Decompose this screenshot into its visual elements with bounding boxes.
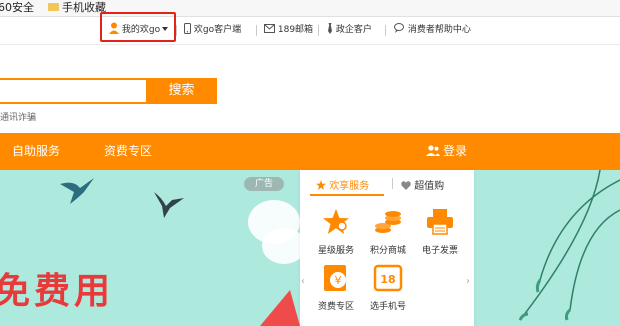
login-label: 登录: [443, 144, 468, 158]
tab-enjoy-service-label: 欢享服务: [329, 181, 370, 192]
willow-decoration: [518, 170, 620, 321]
service-label: 积分商城: [369, 246, 406, 256]
bookmarks-bar: 60安全 手机收藏: [0, 0, 620, 17]
chevron-left-icon[interactable]: ‹: [301, 276, 305, 287]
service-grid: ‹ › 星级服务 积分商城 电子发票 ¥ 资费专区 18 选手机号: [300, 198, 474, 326]
tie-icon: [328, 23, 332, 34]
users-icon: [426, 145, 440, 156]
service-label: 资费专区: [317, 302, 354, 312]
ad-label: 广告: [244, 177, 284, 191]
red-decoration: [260, 290, 300, 326]
service-e-invoice[interactable]: 电子发票: [412, 208, 468, 256]
service-choose-number[interactable]: 18 选手机号: [360, 264, 416, 312]
chevron-right-icon[interactable]: ›: [466, 276, 470, 287]
printer-icon: [427, 209, 453, 235]
login-button[interactable]: 登录: [426, 133, 467, 170]
service-tariff-zone[interactable]: ¥ 资费专区: [308, 264, 364, 312]
service-panel: 欢享服务 超值购 ‹ › 星级服务 积分商城 电子发票 ¥ 资费专区 18 选手…: [300, 170, 474, 326]
coins-icon: [375, 211, 401, 233]
divider: [318, 25, 319, 36]
enterprise-link[interactable]: 政企客户: [327, 17, 372, 44]
service-star-rating[interactable]: 星级服务: [308, 208, 364, 256]
divider: [392, 178, 393, 189]
phone-number-icon: 18: [373, 264, 403, 292]
bookmark-security[interactable]: 60安全: [0, 0, 34, 16]
search-input[interactable]: [0, 78, 146, 104]
yen-icon: ¥: [324, 265, 346, 291]
service-label: 星级服务: [317, 246, 354, 256]
nav-self-service[interactable]: 自助服务: [12, 133, 60, 170]
divider: [256, 25, 257, 36]
divider: [385, 25, 386, 36]
svg-text:18: 18: [380, 273, 395, 286]
star-icon: [323, 209, 349, 234]
search-button[interactable]: 搜索: [146, 78, 217, 104]
divider: [176, 25, 177, 36]
fraud-notice-link[interactable]: 通讯诈骗: [0, 110, 36, 123]
swallow-icon: [60, 178, 94, 204]
service-points-mall[interactable]: 积分商城: [360, 208, 416, 256]
enterprise-label: 政企客户: [335, 25, 372, 35]
heart-icon: [401, 181, 411, 190]
active-tab-indicator: [310, 194, 384, 196]
help-center-label: 消费者帮助中心: [407, 25, 471, 35]
help-center-link[interactable]: 消费者帮助中心: [394, 17, 471, 44]
tab-value-buy[interactable]: 超值购: [401, 177, 444, 192]
bird-icon: [154, 192, 184, 218]
top-nav: 我的欢go 欢go客户端 189邮箱 政企客户 消费者帮助中心: [0, 17, 620, 45]
client-app-label: 欢go客户端: [193, 25, 242, 35]
main-nav-bar: 自助服务 资费专区 登录: [0, 133, 620, 170]
service-label: 电子发票: [421, 246, 458, 256]
client-app-link[interactable]: 欢go客户端: [184, 17, 241, 44]
highlight-annotation: [100, 12, 176, 42]
tab-enjoy-service[interactable]: 欢享服务: [316, 177, 369, 192]
bookmark-phone-favorites[interactable]: 手机收藏: [48, 0, 106, 16]
folder-icon: [48, 3, 59, 11]
star-icon: [316, 180, 326, 190]
chat-icon: [394, 23, 404, 33]
mail-label: 189邮箱: [277, 25, 314, 35]
mail-icon: [264, 24, 275, 33]
nav-tariff-zone[interactable]: 资费专区: [104, 133, 152, 170]
banner-promo-text: 免费用: [0, 270, 115, 312]
mobile-icon: [184, 23, 191, 34]
mail-link[interactable]: 189邮箱: [264, 17, 313, 44]
tab-value-buy-label: 超值购: [414, 181, 445, 192]
service-panel-tabs: 欢享服务 超值购: [300, 170, 474, 198]
service-label: 选手机号: [369, 302, 406, 312]
svg-text:¥: ¥: [335, 274, 342, 287]
